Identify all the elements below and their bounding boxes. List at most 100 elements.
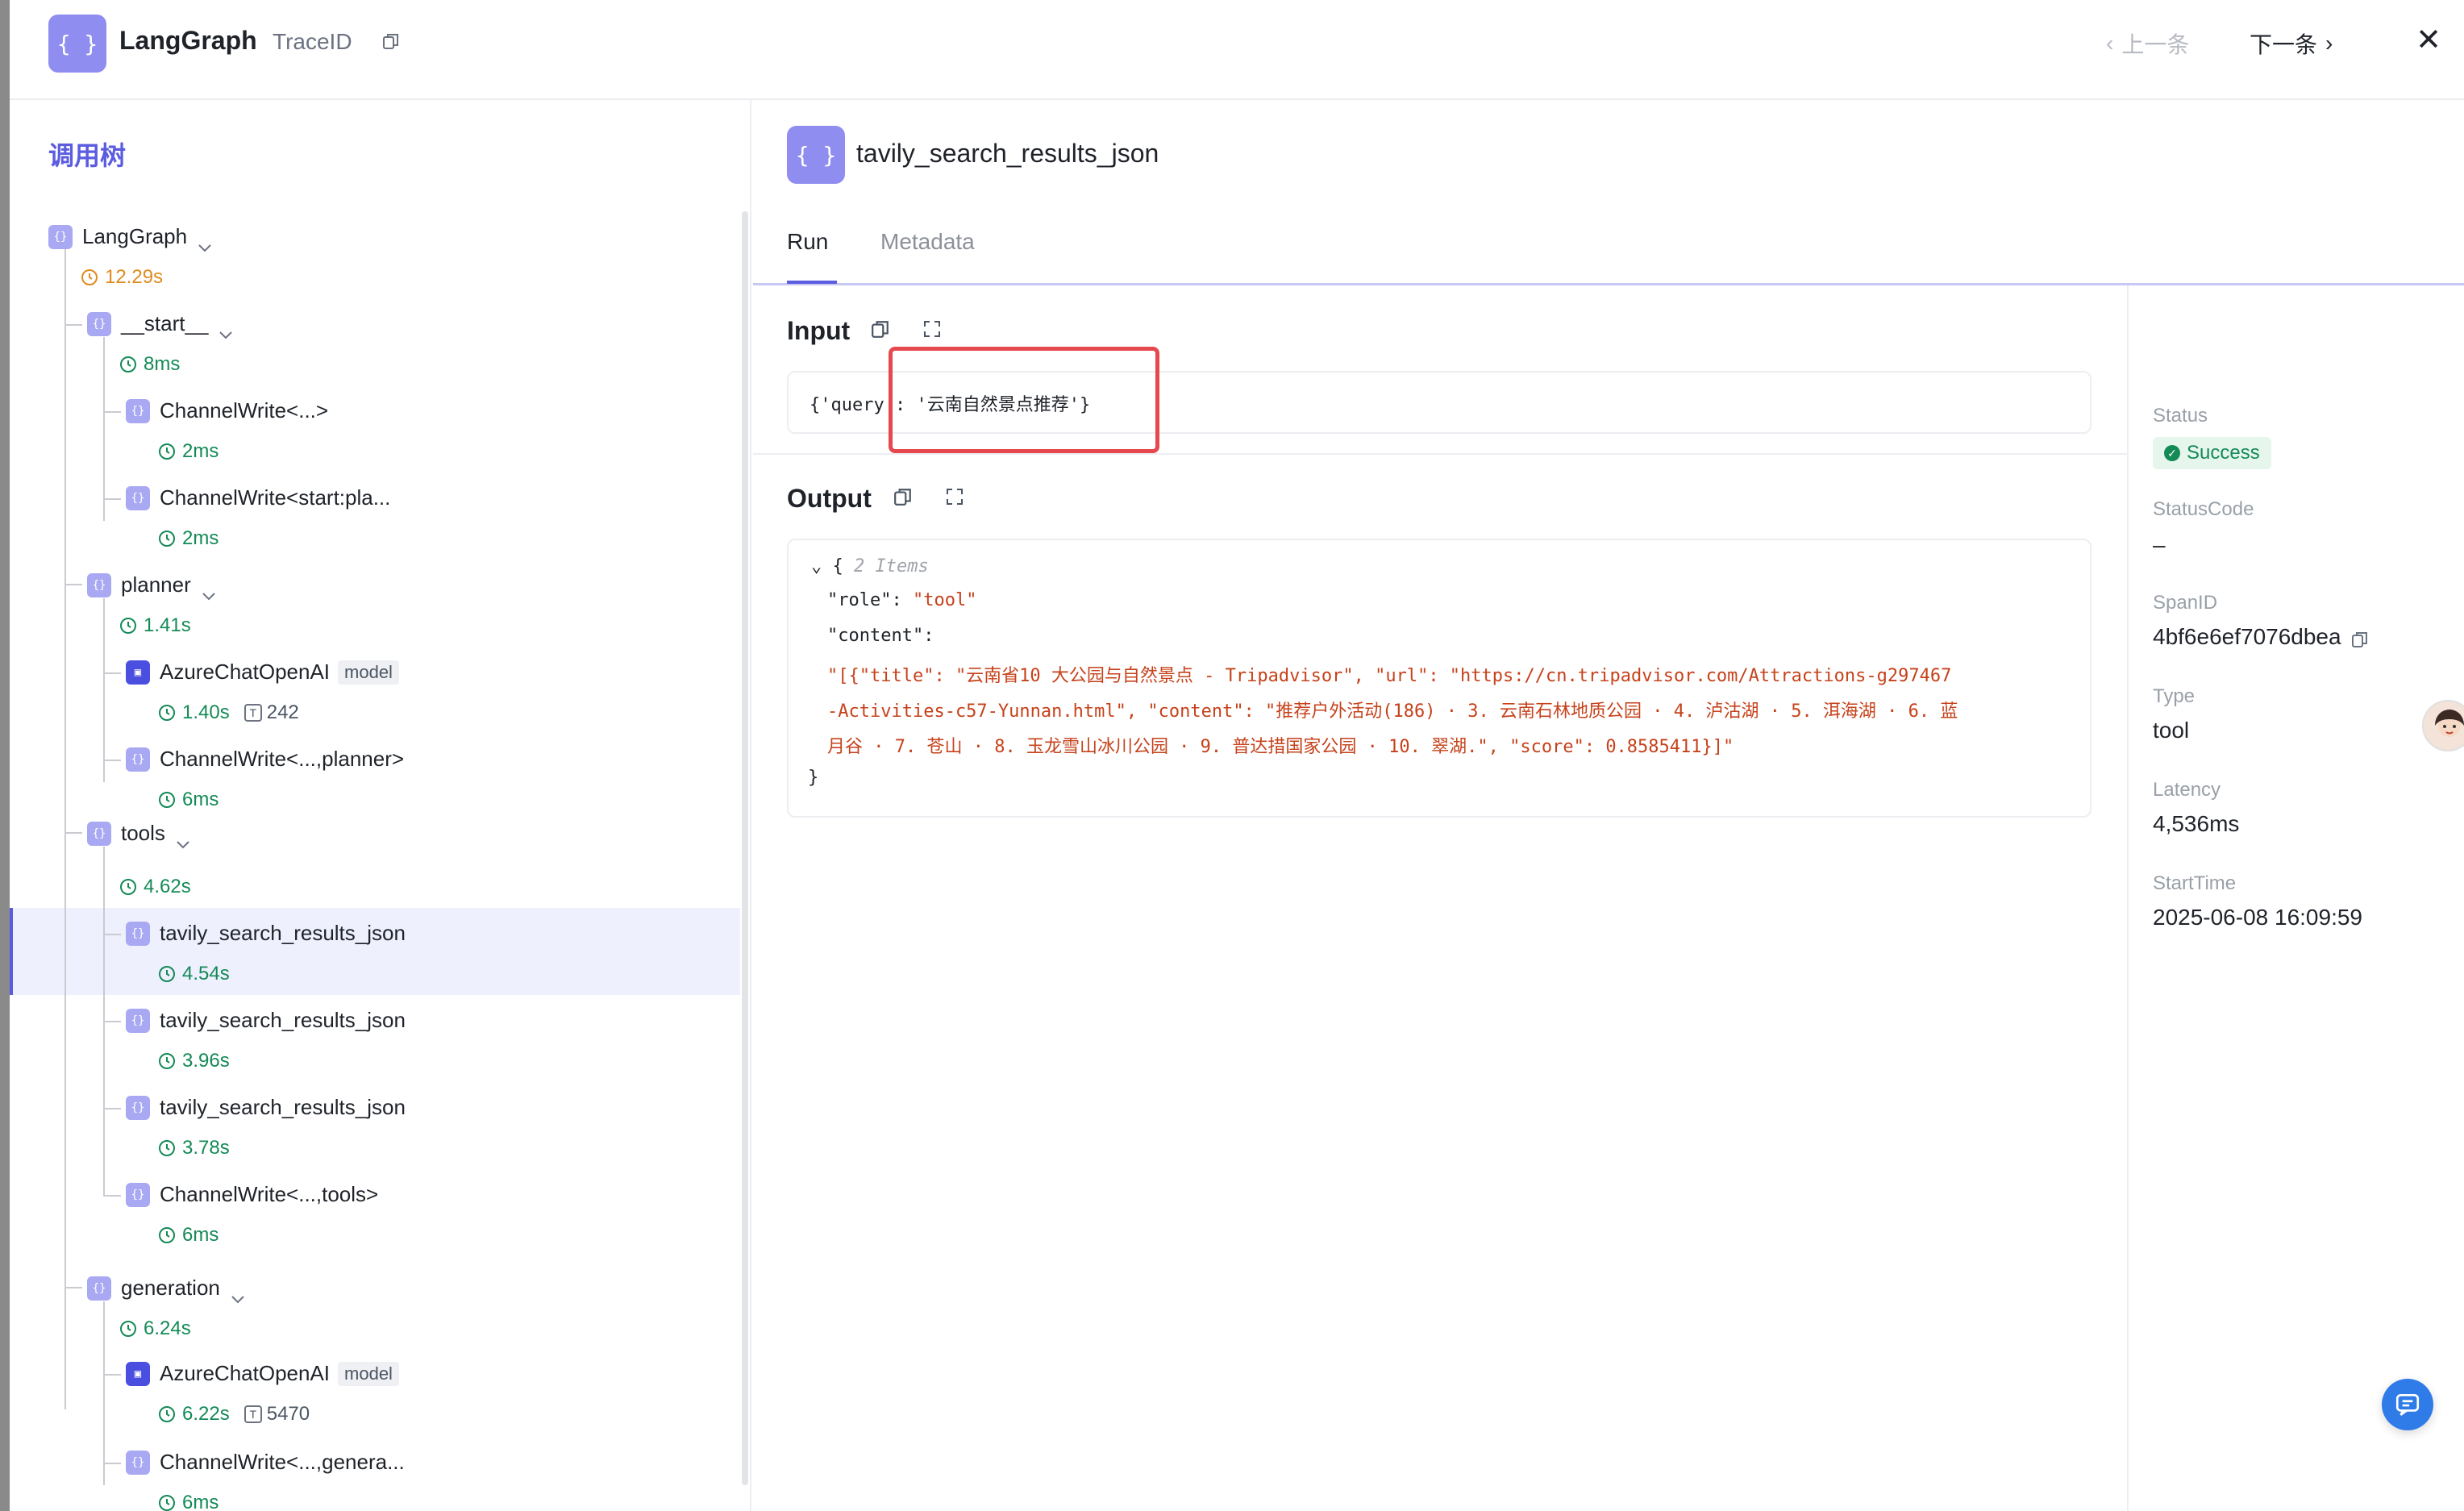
token-text: 242 xyxy=(266,701,299,723)
node-duration: 6ms xyxy=(158,1224,219,1247)
tree-node-tavily[interactable]: {} tavily_search_results_json xyxy=(126,1008,406,1033)
collapse-chevron-icon[interactable]: ⌄ xyxy=(811,556,822,577)
tree-line xyxy=(65,324,82,326)
node-duration: 2ms xyxy=(158,440,219,463)
node-icon: {} xyxy=(87,311,111,336)
tree-line xyxy=(65,1287,82,1288)
tree-node-azurechatopenai[interactable]: ▣ AzureChatOpenAI model xyxy=(126,1361,399,1386)
clock-icon xyxy=(158,791,176,809)
node-label: ChannelWrite<start:pla... xyxy=(160,485,391,510)
copy-output-icon[interactable] xyxy=(893,487,913,506)
chevron-down-icon[interactable] xyxy=(177,830,189,848)
status-code-value: – xyxy=(2153,532,2166,557)
json-items-hint: 2 Items xyxy=(854,556,929,577)
node-label: ChannelWrite<...,tools> xyxy=(160,1182,379,1206)
node-label: tavily_search_results_json xyxy=(160,921,406,945)
json-content-key: "content": xyxy=(827,626,934,646)
tree-node-channelwrite[interactable]: {} ChannelWrite<...,genera... xyxy=(126,1450,405,1475)
tree-scrollbar[interactable] xyxy=(742,211,748,1485)
span-title: tavily_search_results_json xyxy=(856,139,1159,168)
clock-icon xyxy=(158,1052,176,1070)
clock-icon xyxy=(81,268,98,286)
duration-text: 1.41s xyxy=(144,614,191,636)
duration-text: 8ms xyxy=(144,353,181,375)
chevron-down-icon[interactable] xyxy=(219,320,233,339)
node-duration: 2ms xyxy=(158,527,219,550)
expand-input-icon[interactable] xyxy=(922,319,942,339)
copy-trace-id-icon[interactable] xyxy=(382,32,400,50)
node-label: planner xyxy=(121,572,191,597)
background-page-edge xyxy=(0,0,10,1511)
duration-text: 4.62s xyxy=(144,876,191,897)
node-label: generation xyxy=(121,1276,220,1300)
json-key: "role": xyxy=(827,590,902,610)
duration-text: 6ms xyxy=(182,1492,219,1511)
node-duration: 4.62s xyxy=(119,876,191,898)
output-title: Output xyxy=(787,484,872,513)
node-icon: {} xyxy=(126,747,150,772)
node-icon: {} xyxy=(126,398,150,423)
node-duration: 3.78s xyxy=(158,1137,230,1159)
tree-node-generation[interactable]: {} generation xyxy=(87,1276,244,1303)
tree-node-azurechatopenai[interactable]: ▣ AzureChatOpenAI model xyxy=(126,660,399,685)
active-tab-indicator xyxy=(787,281,837,284)
node-icon: {} xyxy=(126,1008,150,1033)
copy-span-id-icon[interactable] xyxy=(2351,631,2369,648)
chevron-down-icon[interactable] xyxy=(231,1284,244,1303)
tree-node-tavily-selected[interactable]: {} tavily_search_results_json xyxy=(126,921,406,946)
chat-bubble-icon xyxy=(2395,1393,2420,1416)
clock-icon xyxy=(158,1494,176,1511)
tree-node-tavily[interactable]: {} tavily_search_results_json xyxy=(126,1095,406,1120)
duration-text: 2ms xyxy=(182,440,219,462)
node-icon: {} xyxy=(126,1182,150,1207)
prev-button[interactable]: ‹ 上一条 xyxy=(2106,27,2189,60)
span-meta-panel: Status ✓ Success StatusCode – SpanID 4bf… xyxy=(2127,285,2464,1511)
tree-line xyxy=(103,1108,121,1109)
close-icon[interactable]: ✕ xyxy=(2412,24,2445,56)
json-string: "tool" xyxy=(912,590,977,610)
tree-node-planner[interactable]: {} planner xyxy=(87,572,215,600)
model-tag: model xyxy=(338,660,399,685)
tree-node-channelwrite[interactable]: {} ChannelWrite<...> xyxy=(126,398,328,423)
tree-node-tools[interactable]: {} tools xyxy=(87,821,189,848)
node-duration: 6ms xyxy=(158,789,219,811)
prev-label: 上一条 xyxy=(2121,32,2190,57)
token-count: T 242 xyxy=(243,701,299,724)
chevron-down-icon[interactable] xyxy=(202,581,215,600)
tab-run[interactable]: Run xyxy=(787,229,828,255)
tab-metadata[interactable]: Metadata xyxy=(880,229,975,255)
tree-line xyxy=(103,337,105,521)
json-root-open: ⌄ { 2 Items xyxy=(811,556,929,577)
clock-icon xyxy=(119,356,137,373)
span-id-text: 4bf6e6ef7076dbea xyxy=(2153,624,2341,649)
token-count: T 5470 xyxy=(243,1403,310,1426)
node-icon: {} xyxy=(87,821,111,846)
node-duration: 1.40s T 242 xyxy=(158,701,299,724)
node-duration: 3.96s xyxy=(158,1050,230,1072)
node-duration: 6.24s xyxy=(119,1317,191,1340)
span-type-icon: { } xyxy=(787,126,845,184)
chat-support-button[interactable] xyxy=(2382,1379,2433,1430)
chevron-right-icon: › xyxy=(2325,31,2333,56)
next-button[interactable]: 下一条 › xyxy=(2250,27,2333,60)
next-label: 下一条 xyxy=(2250,32,2318,57)
tree-node-channelwrite[interactable]: {} ChannelWrite<...,tools> xyxy=(126,1182,378,1207)
tree-node-start[interactable]: {} __start__ xyxy=(87,311,233,339)
tree-node-channelwrite[interactable]: {} ChannelWrite<...,planner> xyxy=(126,747,404,772)
node-duration: 4.54s xyxy=(158,963,230,985)
clock-icon xyxy=(158,1405,176,1423)
tree-line xyxy=(65,832,82,834)
model-tag: model xyxy=(338,1361,399,1386)
expand-output-icon[interactable] xyxy=(945,487,964,506)
clock-icon xyxy=(119,1320,137,1338)
tree-line xyxy=(103,934,121,935)
clock-icon xyxy=(158,965,176,983)
tree-line xyxy=(103,1021,121,1022)
node-icon: {} xyxy=(126,1450,150,1475)
section-divider xyxy=(753,453,2127,455)
chevron-down-icon[interactable] xyxy=(198,233,211,252)
copy-input-icon[interactable] xyxy=(871,319,890,339)
duration-text: 3.96s xyxy=(182,1050,230,1072)
tree-node-langgraph[interactable]: {} LangGraph xyxy=(48,224,211,252)
tree-node-channelwrite[interactable]: {} ChannelWrite<start:pla... xyxy=(126,485,390,510)
